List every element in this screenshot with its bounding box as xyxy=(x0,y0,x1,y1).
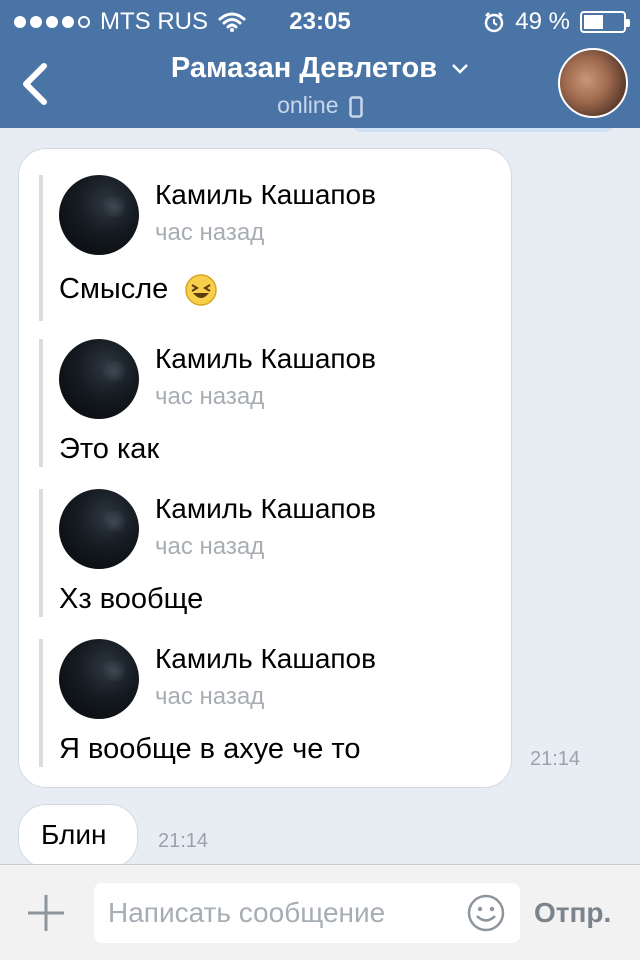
status-bar: MTS RUS 23:05 49 % xyxy=(0,0,640,40)
forwarded-header: Камиль Кашапов час назад xyxy=(51,639,479,719)
attach-button[interactable] xyxy=(26,893,66,933)
forwarded-header: Камиль Кашапов час назад xyxy=(51,489,479,569)
message-input[interactable] xyxy=(108,893,448,933)
forwarded-messages-bubble[interactable]: Камиль Кашапов час назад Смысле Камиль К… xyxy=(18,148,512,788)
forwarded-text: Смысле xyxy=(51,273,479,307)
contact-avatar[interactable] xyxy=(558,48,628,118)
send-button[interactable]: Отпр. xyxy=(534,897,611,929)
message-bubble[interactable]: Блин xyxy=(18,804,138,864)
chevron-down-icon xyxy=(452,64,468,75)
chat-area[interactable]: Камиль Кашапов час назад Смысле Камиль К… xyxy=(0,128,640,864)
forwarded-message[interactable]: Камиль Кашапов час назад Хз вообще xyxy=(39,489,479,617)
forwarded-header: Камиль Кашапов час назад xyxy=(51,339,479,419)
forwarded-text: Это как xyxy=(59,433,160,465)
top-bar: MTS RUS 23:05 49 % Рамазан Девлетов onli… xyxy=(0,0,640,128)
forwarded-message[interactable]: Камиль Кашапов час назад Я вообще в ахуе… xyxy=(39,639,479,767)
message-text: Блин xyxy=(41,819,107,850)
nav-bar: Рамазан Девлетов online xyxy=(0,40,640,128)
forwarded-time: час назад xyxy=(155,683,265,710)
status-right: 49 % xyxy=(483,8,630,36)
author-name: Камиль Кашапов xyxy=(155,343,377,374)
plus-icon xyxy=(28,895,64,931)
message-time: 21:14 xyxy=(158,830,209,852)
laughing-emoji-icon xyxy=(185,274,218,307)
forwarded-time: час назад xyxy=(155,533,265,560)
message-input-bar: Отпр. xyxy=(0,864,640,960)
battery-icon xyxy=(580,11,630,33)
smiley-icon[interactable] xyxy=(466,893,506,933)
author-avatar[interactable] xyxy=(59,489,139,569)
online-status: online xyxy=(277,92,339,118)
forwarded-message[interactable]: Камиль Кашапов час назад Это как xyxy=(39,339,479,467)
forwarded-header: Камиль Кашапов час назад xyxy=(51,175,479,255)
author-name: Камиль Кашапов xyxy=(155,643,377,674)
message-field[interactable] xyxy=(94,883,520,943)
contact-title[interactable]: Рамазан Девлетов xyxy=(0,52,640,85)
author-name: Камиль Кашапов xyxy=(155,493,377,524)
author-avatar[interactable] xyxy=(59,639,139,719)
previous-message-bubble xyxy=(350,128,616,132)
alarm-icon xyxy=(485,12,504,33)
forwarded-time: час назад xyxy=(155,219,265,246)
mobile-phone-icon xyxy=(349,96,363,118)
forwarded-time: час назад xyxy=(155,383,265,410)
forwarded-text: Хз вообще xyxy=(59,583,204,615)
contact-status: online xyxy=(0,92,640,119)
forwarded-message[interactable]: Камиль Кашапов час назад Смысле xyxy=(39,175,479,321)
author-name: Камиль Кашапов xyxy=(155,179,377,210)
battery-fill xyxy=(584,15,603,29)
forwarded-text: Я вообще в ахуе че то xyxy=(59,733,361,765)
contact-name: Рамазан Девлетов xyxy=(170,52,438,84)
battery-percent: 49 % xyxy=(515,8,570,35)
message-time: 21:14 xyxy=(530,748,581,770)
author-avatar[interactable] xyxy=(59,175,139,255)
forwarded-text-content: Смысле xyxy=(59,273,169,305)
author-avatar[interactable] xyxy=(59,339,139,419)
